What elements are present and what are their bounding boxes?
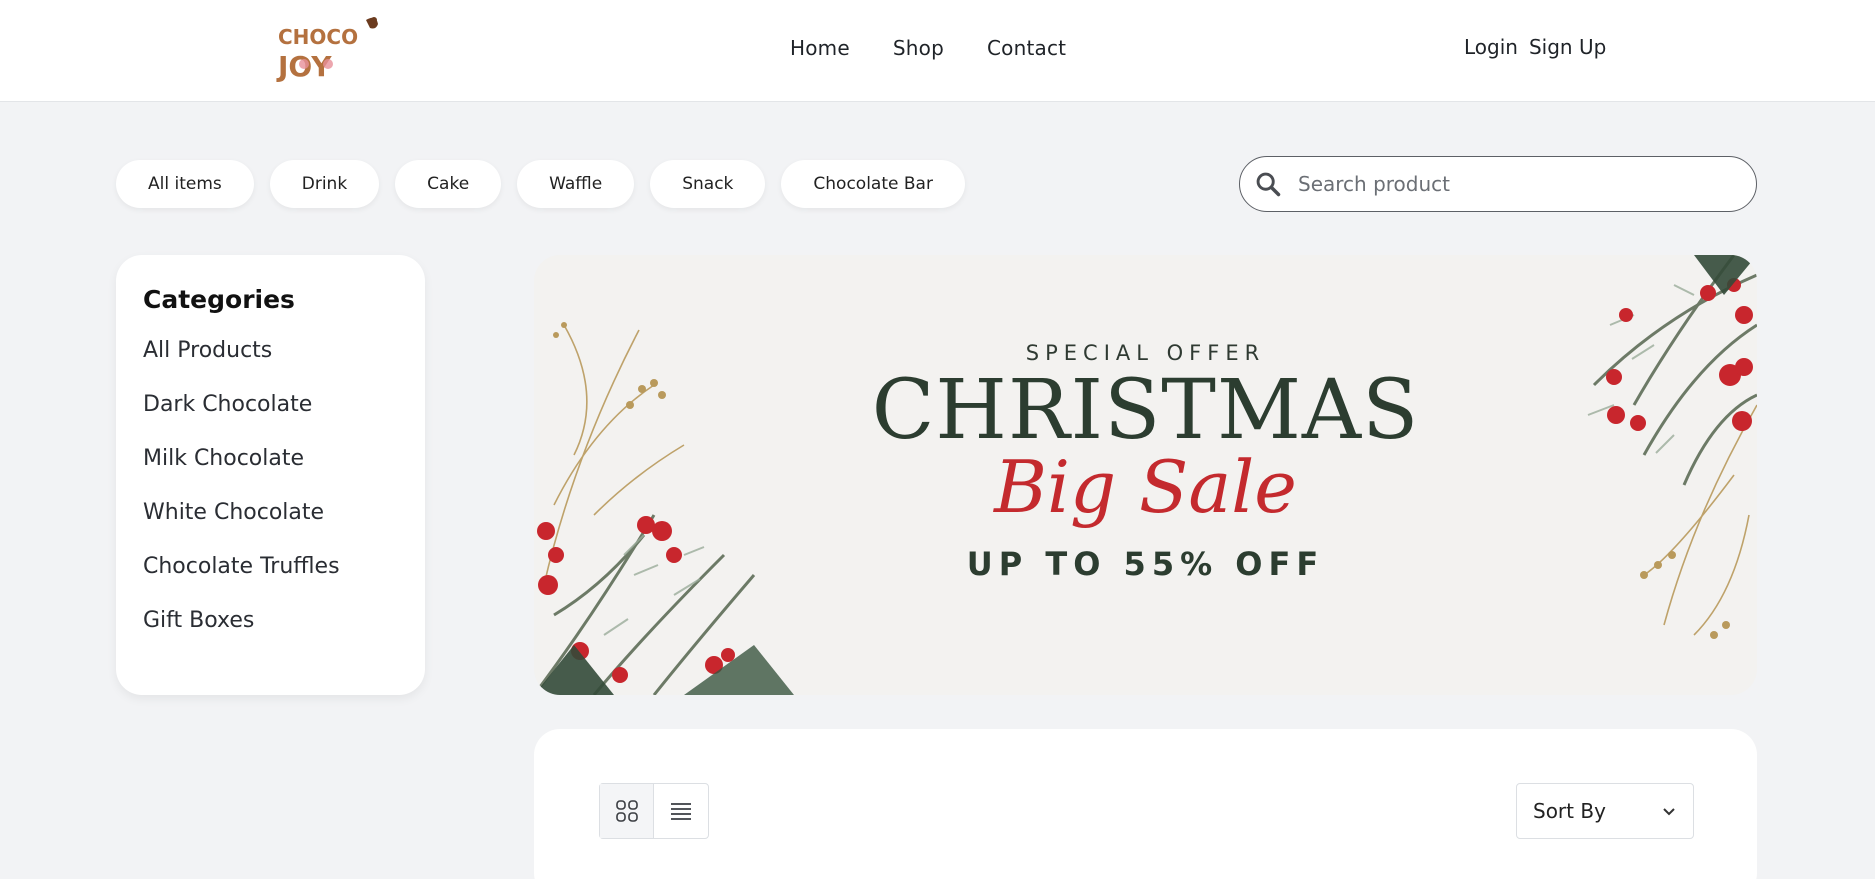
view-toggle — [599, 783, 709, 839]
banner-headline: CHRISTMAS — [871, 363, 1420, 458]
search-input[interactable] — [1298, 172, 1698, 196]
logo-text-top: CHOCO — [278, 25, 358, 49]
grid-view-icon — [615, 800, 638, 822]
brand-logo[interactable]: CHOCO JOY — [270, 14, 390, 84]
categories-list: All Products Dark Chocolate Milk Chocola… — [143, 336, 398, 660]
search-box — [1239, 156, 1757, 212]
banner-subheadline: Big Sale — [994, 445, 1297, 529]
list-view-button[interactable] — [654, 784, 708, 838]
category-gift-boxes[interactable]: Gift Boxes — [143, 606, 398, 660]
category-all-products[interactable]: All Products — [143, 336, 398, 390]
site-header: CHOCO JOY Home Shop Contact Login Sign U… — [0, 0, 1875, 102]
main-nav: Home Shop Contact — [790, 36, 1066, 60]
search-icon[interactable] — [1254, 170, 1282, 198]
chevron-down-icon — [1663, 808, 1675, 816]
nav-contact[interactable]: Contact — [987, 36, 1066, 60]
filter-chip-all-items[interactable]: All items — [116, 160, 254, 208]
login-link[interactable]: Login — [1464, 35, 1518, 59]
sort-by-dropdown[interactable]: Sort By — [1516, 783, 1694, 839]
filter-chip-chocolate-bar[interactable]: Chocolate Bar — [781, 160, 965, 208]
categories-panel: Categories All Products Dark Chocolate M… — [116, 255, 425, 695]
category-dark-chocolate[interactable]: Dark Chocolate — [143, 390, 398, 444]
christmas-sale-banner[interactable]: SPECIAL OFFER CHRISTMAS Big Sale UP TO 5… — [534, 255, 1757, 695]
grid-view-button[interactable] — [600, 784, 655, 838]
filter-chip-cake[interactable]: Cake — [395, 160, 502, 208]
products-panel: Sort By — [534, 729, 1757, 879]
filter-chip-snack[interactable]: Snack — [650, 160, 766, 208]
banner-offer: UP TO 55% OFF — [966, 545, 1325, 583]
filter-chips: All items Drink Cake Waffle Snack Chocol… — [116, 160, 965, 208]
category-white-chocolate[interactable]: White Chocolate — [143, 498, 398, 552]
nav-home[interactable]: Home — [790, 36, 850, 60]
sort-by-label: Sort By — [1533, 799, 1606, 823]
categories-title: Categories — [143, 285, 295, 314]
signup-link[interactable]: Sign Up — [1529, 35, 1606, 59]
filter-chip-waffle[interactable]: Waffle — [517, 160, 635, 208]
auth-links: Login Sign Up — [1464, 35, 1606, 59]
category-milk-chocolate[interactable]: Milk Chocolate — [143, 444, 398, 498]
list-view-icon — [671, 803, 691, 820]
filter-chip-drink[interactable]: Drink — [269, 160, 380, 208]
category-chocolate-truffles[interactable]: Chocolate Truffles — [143, 552, 398, 606]
nav-shop[interactable]: Shop — [893, 36, 944, 60]
banner-special-offer: SPECIAL OFFER — [1025, 341, 1266, 365]
